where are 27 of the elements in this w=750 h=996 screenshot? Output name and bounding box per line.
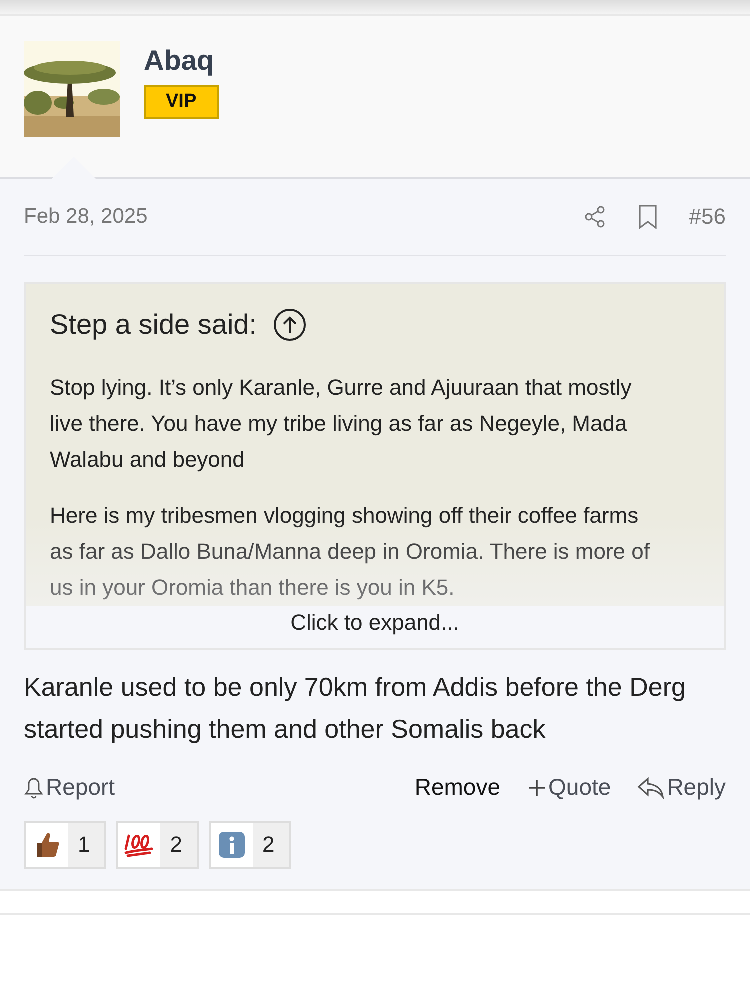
reaction-count: 2 bbox=[169, 831, 184, 859]
reply-arrow-icon bbox=[637, 776, 666, 800]
post-number[interactable]: #56 bbox=[689, 204, 726, 230]
post-date[interactable]: Feb 28, 2025 bbox=[24, 205, 148, 229]
quote-link[interactable]: Quote bbox=[526, 774, 612, 801]
reaction-chip[interactable]: 1 bbox=[24, 821, 106, 869]
bell-icon bbox=[24, 776, 44, 798]
expand-link[interactable]: Click to expand... bbox=[290, 610, 460, 635]
share-icon[interactable] bbox=[583, 205, 608, 229]
reaction-chip[interactable]: 2 bbox=[208, 821, 291, 869]
username[interactable]: Abaq bbox=[144, 45, 214, 77]
quote-author[interactable]: Step a side said: bbox=[50, 309, 258, 341]
plus-icon bbox=[526, 778, 547, 798]
remove-link[interactable]: Remove bbox=[414, 774, 501, 801]
arrow-up-icon[interactable] bbox=[273, 308, 308, 342]
reaction-count: 1 bbox=[77, 831, 92, 859]
bookmark-icon[interactable] bbox=[637, 205, 660, 229]
reaction-count: 2 bbox=[262, 831, 276, 859]
hundred-points-icon bbox=[124, 832, 154, 858]
reaction-chip[interactable]: 2 bbox=[116, 821, 198, 869]
quote-paragraph: Stop lying. It’s only Karanle, Gurre and Ajuuraan that mostly live there. You have my tribe living as far as Negeyle, Mada Walabu and beyond bbox=[50, 374, 633, 474]
quote-paragraph: Here is my tribesmen vlogging showing off their coffee farms as far as Dallo Buna/Manna deep in Oromia. There is more of us in your Oromia than there is you in K5. bbox=[50, 502, 652, 602]
reply-link[interactable]: Reply bbox=[637, 774, 726, 801]
report-link[interactable]: Report bbox=[24, 774, 116, 801]
info-icon bbox=[218, 831, 246, 859]
vip-badge: VIP bbox=[144, 85, 219, 119]
post-text: Karanle used to be only 70km from Addis before the Derg started pushing them and other Somalis back bbox=[24, 671, 687, 746]
